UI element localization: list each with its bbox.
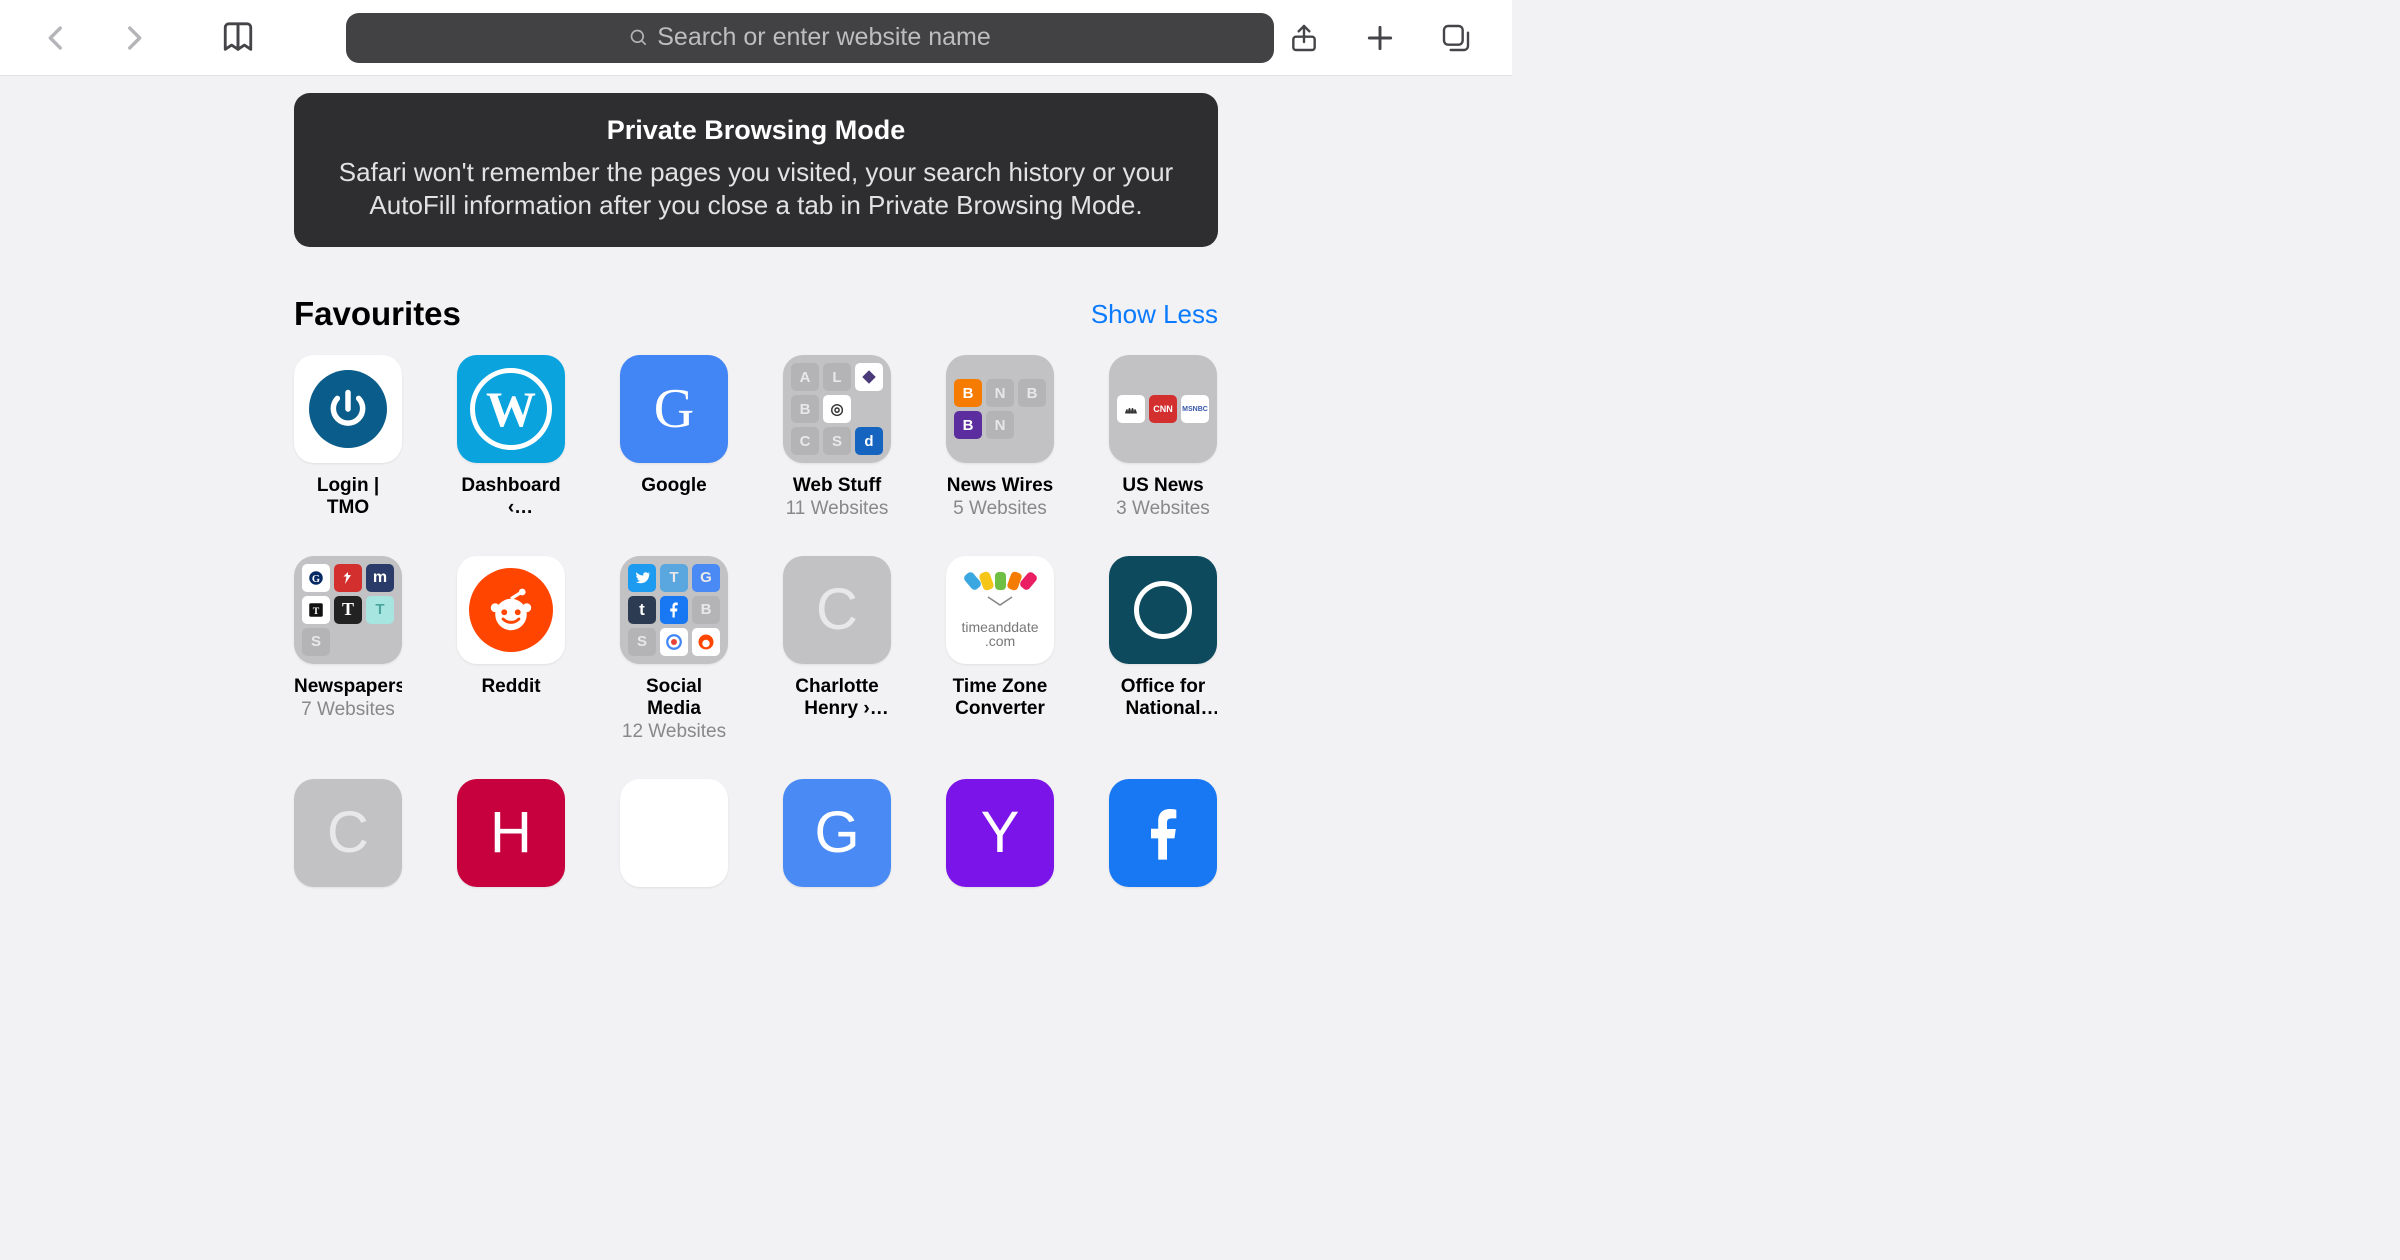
back-button[interactable] (26, 8, 86, 68)
facebook-icon (1131, 801, 1195, 865)
letter-y-icon: Y (981, 799, 1020, 866)
bookmarks-button[interactable] (216, 8, 260, 68)
tile-title: Office for National St… (1109, 676, 1217, 720)
tile-title: Charlotte Henry › Lo… (783, 676, 891, 720)
nav-group (26, 8, 164, 68)
tile-title: Google (620, 475, 728, 497)
tile-icon (294, 355, 402, 463)
tile-subtitle: 3 Websites (1109, 498, 1217, 520)
svg-text:G: G (312, 574, 320, 585)
favourites-heading: Favourites (294, 295, 461, 333)
svg-text:T: T (313, 606, 320, 617)
private-browsing-banner: Private Browsing Mode Safari won't remem… (294, 93, 1218, 247)
favourites-grid: Login | TMO W Dashboard ‹ Charlotte… G G… (294, 355, 1218, 899)
toolbar-right (1274, 8, 1486, 68)
tile-title: Dashboard ‹ Charlotte… (457, 475, 565, 519)
tile-icon: G (783, 779, 891, 887)
letter-c-icon: C (327, 799, 369, 866)
tile-subtitle: 5 Websites (946, 498, 1054, 520)
favourite-tile-facebook[interactable] (1109, 779, 1217, 899)
tile-title: Reddit (457, 676, 565, 698)
address-placeholder: Search or enter website name (657, 23, 991, 52)
favourite-folder-usnews[interactable]: CNN MSNBC US News 3 Websites (1109, 355, 1217, 520)
toolbar: Search or enter website name (0, 0, 1512, 76)
address-bar[interactable]: Search or enter website name (346, 13, 1274, 63)
tile-icon (1109, 556, 1217, 664)
letter-h-icon: H (490, 799, 532, 866)
favourite-tile-apple[interactable] (620, 779, 728, 899)
tile-icon: G (620, 355, 728, 463)
private-banner-body: Safari won't remember the pages you visi… (314, 156, 1198, 221)
favourites-header: Favourites Show Less (294, 295, 1218, 333)
content: Private Browsing Mode Safari won't remem… (0, 93, 1512, 899)
folder-icon: CNN MSNBC (1109, 355, 1217, 463)
power-icon (309, 370, 387, 448)
tabs-button[interactable] (1426, 8, 1486, 68)
tile-title: US News (1109, 475, 1217, 497)
private-banner-title: Private Browsing Mode (314, 115, 1198, 146)
share-button[interactable] (1274, 8, 1334, 68)
favourite-folder-newswires[interactable]: BNB BN News Wires 5 Websites (946, 355, 1054, 520)
tile-title: Time Zone Converter (946, 676, 1054, 720)
tile-icon: C (783, 556, 891, 664)
folder-icon: T G t B S (620, 556, 728, 664)
search-icon (629, 28, 649, 48)
forward-button[interactable] (104, 8, 164, 68)
tile-title: Web Stuff (783, 475, 891, 497)
favourite-tile-g[interactable]: G (783, 779, 891, 899)
tile-icon (620, 779, 728, 887)
folder-icon: BNB BN (946, 355, 1054, 463)
favourite-folder-newspapers[interactable]: G m T T T S Newspapers 7 Websites (294, 556, 402, 743)
favourite-tile-h[interactable]: H (457, 779, 565, 899)
tile-icon: H (457, 779, 565, 887)
favourites-section: Favourites Show Less Login | TMO W Dashb… (294, 295, 1218, 899)
tile-title: Login | TMO (294, 475, 402, 519)
folder-icon: G m T T T S (294, 556, 402, 664)
favourite-tile-login-tmo[interactable]: Login | TMO (294, 355, 402, 520)
letter-g-icon: G (814, 799, 859, 866)
wordpress-icon: W (470, 368, 552, 450)
letter-c-icon: C (816, 576, 858, 643)
show-less-button[interactable]: Show Less (1091, 299, 1218, 330)
folder-icon: AL B◎ CSd (783, 355, 891, 463)
tile-title: Social Media (620, 676, 728, 720)
tile-icon (457, 556, 565, 664)
tile-subtitle: 12 Websites (620, 721, 728, 743)
tile-icon: C (294, 779, 402, 887)
tile-subtitle: 7 Websites (294, 699, 402, 721)
favourite-tile-charlotte[interactable]: C Charlotte Henry › Lo… (783, 556, 891, 743)
favourite-tile-dashboard[interactable]: W Dashboard ‹ Charlotte… (457, 355, 565, 520)
favourite-folder-webstuff[interactable]: AL B◎ CSd Web Stuff 11 Websites (783, 355, 891, 520)
timeanddate-icon: timeanddate .com (946, 572, 1054, 648)
tile-icon: Y (946, 779, 1054, 887)
nbc-mini-icon (1117, 395, 1145, 423)
tile-title: Newspapers (294, 676, 402, 698)
favourite-tile-ons[interactable]: Office for National St… (1109, 556, 1217, 743)
new-tab-button[interactable] (1350, 8, 1410, 68)
google-g-icon: G (654, 377, 694, 441)
favourite-tile-google[interactable]: G Google (620, 355, 728, 520)
tile-icon (1109, 779, 1217, 887)
tile-icon: timeanddate .com (946, 556, 1054, 664)
reddit-icon (469, 568, 553, 652)
favourite-folder-social[interactable]: T G t B S Social Media 12 Websites (620, 556, 728, 743)
tile-subtitle: 11 Websites (783, 498, 891, 520)
ons-icon (1134, 581, 1192, 639)
favourite-tile-y[interactable]: Y (946, 779, 1054, 899)
tile-icon: W (457, 355, 565, 463)
favourite-tile-c[interactable]: C (294, 779, 402, 899)
favourite-tile-timezone[interactable]: timeanddate .com Time Zone Converter (946, 556, 1054, 743)
favourite-tile-reddit[interactable]: Reddit (457, 556, 565, 743)
tile-title: News Wires (946, 475, 1054, 497)
